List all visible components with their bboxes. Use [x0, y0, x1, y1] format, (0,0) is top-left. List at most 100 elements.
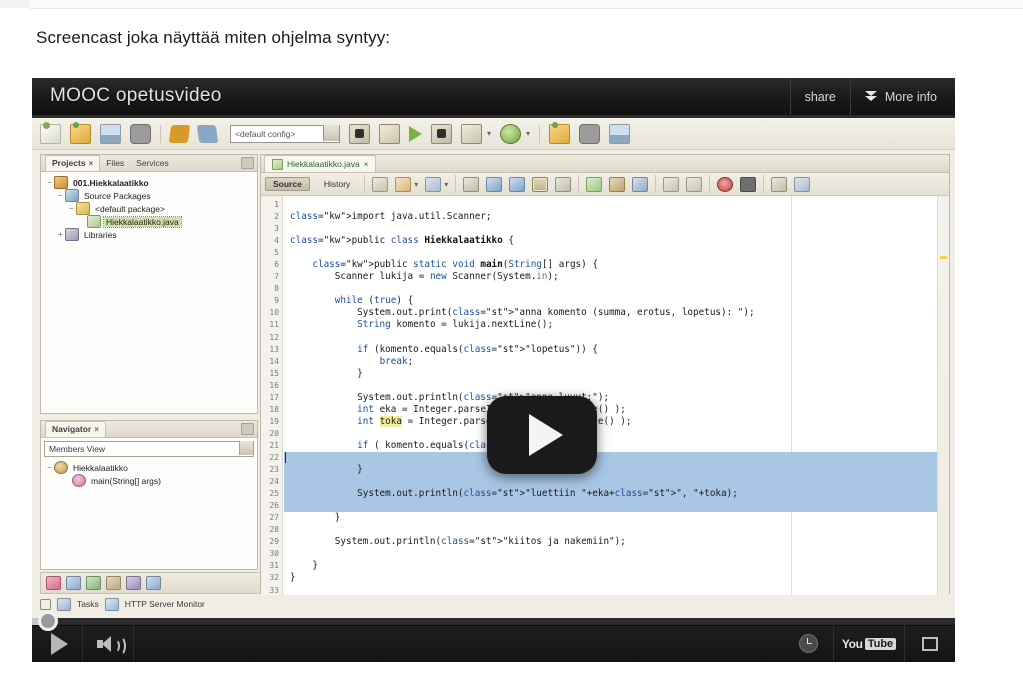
stop-icon[interactable] — [740, 176, 757, 192]
undo-icon[interactable] — [168, 124, 191, 143]
code-line[interactable]: } — [284, 572, 949, 584]
expander-icon[interactable]: − — [45, 463, 54, 472]
player-header-actions[interactable]: share More info — [789, 78, 951, 115]
expander-icon[interactable]: + — [56, 230, 65, 239]
tasks-icon[interactable] — [86, 576, 101, 590]
tab-navigator[interactable]: Navigator × — [45, 421, 106, 437]
code-line[interactable]: } — [284, 560, 949, 572]
ide-toolbar[interactable]: <default config> ▾ ▾ — [32, 118, 955, 150]
error-strip-mark[interactable] — [940, 256, 947, 259]
code-line[interactable]: if (komento.equals(class="st">"lopetus")… — [284, 344, 949, 356]
code-line[interactable]: int eka = Integer.parseInt( lukija.nextL… — [284, 404, 949, 416]
code-line[interactable] — [284, 223, 949, 235]
toggle-breakpoint-icon[interactable] — [425, 176, 442, 192]
debug-project-icon[interactable] — [431, 123, 452, 144]
link-icon[interactable] — [40, 598, 51, 610]
tree-item-default-package[interactable]: − <default package> — [45, 202, 257, 215]
notifications-icon[interactable] — [126, 576, 141, 590]
team-dropdown-icon[interactable]: ▾ — [526, 129, 530, 138]
project-tree[interactable]: − 001.Hiekkalaatikko − Source Packages −… — [41, 172, 257, 241]
save-all-icon[interactable] — [130, 123, 151, 144]
maximize-window-icon[interactable] — [241, 423, 254, 435]
tab-files[interactable]: Files — [100, 156, 130, 171]
expander-icon[interactable]: − — [67, 204, 76, 213]
tab-services[interactable]: Services — [130, 156, 175, 171]
run-project-icon[interactable] — [409, 125, 422, 142]
shift-left-icon[interactable] — [586, 176, 603, 192]
new-project-icon[interactable] — [40, 121, 61, 144]
tree-item-java-file[interactable]: Hiekkalaatikko.java — [45, 215, 257, 228]
ide-bottom-strip[interactable]: Tasks HTTP Server Monitor — [40, 596, 948, 612]
minimize-window-icon[interactable] — [241, 157, 254, 169]
code-line[interactable] — [284, 199, 949, 211]
expander-icon[interactable]: − — [45, 178, 54, 187]
fullscreen-button[interactable] — [905, 625, 955, 662]
code-line[interactable] — [284, 428, 949, 440]
editor-tab-hiekkalaatikko[interactable]: Hiekkalaatikko.java × — [264, 155, 377, 172]
next-bookmark-icon[interactable] — [509, 176, 526, 192]
extra-icon-2[interactable] — [579, 123, 601, 144]
terminal-icon[interactable] — [106, 576, 121, 590]
find-selection-icon[interactable] — [463, 176, 480, 192]
expand-all-icon[interactable] — [686, 176, 703, 192]
volume-button[interactable] — [83, 625, 134, 662]
toggle-bookmark-icon[interactable] — [395, 176, 412, 192]
navigator-item-method[interactable]: main(String[] args) — [45, 474, 257, 487]
code-line[interactable]: while (true) { — [284, 295, 949, 307]
code-line[interactable]: break; — [284, 356, 949, 368]
code-line[interactable]: String komento = lukija.nextLine(); — [284, 319, 949, 331]
team-icon[interactable] — [500, 123, 522, 144]
output-icon[interactable] — [66, 576, 81, 590]
code-line[interactable]: System.out.println(class="st">"anna luvu… — [284, 392, 949, 404]
code-line[interactable] — [284, 476, 949, 489]
play-button-overlay[interactable] — [487, 396, 597, 474]
code-editor[interactable]: Hiekkalaatikko.java × Source History ▾ ▾ — [260, 154, 950, 595]
inspect-icon[interactable] — [771, 176, 788, 192]
collapse-all-icon[interactable] — [663, 176, 680, 192]
clean-build-icon[interactable] — [379, 123, 400, 144]
history-button[interactable]: History — [317, 178, 357, 190]
code-line[interactable] — [284, 332, 949, 344]
code-line[interactable] — [284, 247, 949, 259]
http-monitor-icon[interactable] — [104, 597, 119, 611]
code-line[interactable] — [284, 380, 949, 392]
code-line[interactable]: int toka = Integer.parseInt( lukija.next… — [284, 415, 949, 428]
chevron-down-icon[interactable]: ▾ — [414, 180, 418, 189]
run-configuration-select[interactable]: <default config> — [230, 124, 340, 143]
code-line[interactable]: System.out.print(class="st">"anna koment… — [284, 307, 949, 319]
output-tool-strip[interactable] — [40, 572, 263, 594]
source-button[interactable]: Source — [265, 177, 310, 191]
code-line[interactable] — [284, 548, 949, 560]
close-icon[interactable]: × — [89, 159, 94, 168]
tree-item-libraries[interactable]: + Libraries — [45, 228, 257, 241]
code-line[interactable]: System.out.println(class="st">"kiitos ja… — [284, 536, 949, 548]
code-line[interactable]: class="kw">public class Hiekkalaatikko { — [284, 235, 949, 247]
editor-toolbar[interactable]: Source History ▾ ▾ — [261, 173, 949, 196]
open-project-icon[interactable] — [100, 123, 121, 144]
more-info-button[interactable]: More info — [849, 78, 951, 115]
watch-later-button[interactable] — [783, 625, 834, 662]
redo-icon[interactable] — [196, 124, 219, 143]
navigator-panel-tabs[interactable]: Navigator × — [41, 421, 257, 438]
share-button[interactable]: share — [789, 78, 850, 115]
close-icon[interactable]: × — [94, 425, 99, 434]
editor-tab-bar[interactable]: Hiekkalaatikko.java × — [261, 155, 949, 173]
code-line[interactable]: System.out.println(class="st">"luettiin … — [284, 488, 949, 501]
comment-icon[interactable] — [632, 176, 649, 192]
extra-icon-3[interactable] — [609, 123, 631, 144]
shift-right-icon[interactable] — [609, 176, 626, 192]
code-line[interactable]: if ( komento.equals(class="st">"summa"))… — [284, 440, 949, 452]
extra-icon-1[interactable] — [549, 121, 571, 144]
code-content[interactable]: class="kw">import java.util.Scanner; cla… — [284, 199, 949, 595]
code-line[interactable] — [284, 585, 949, 596]
toggle-highlight-icon[interactable] — [532, 176, 549, 192]
code-area[interactable]: 1 2 3 4 5 6 7 8 9 10 11 12 13 14 15 16 17 18 19 20 21 22 23 24 2… — [261, 196, 949, 595]
player-controls-left[interactable] — [32, 625, 134, 662]
search-results-icon[interactable] — [146, 576, 161, 590]
tasks-label[interactable]: Tasks — [77, 599, 99, 609]
tree-item-project[interactable]: − 001.Hiekkalaatikko — [45, 176, 257, 189]
close-icon[interactable]: × — [364, 160, 369, 169]
chevron-down-icon[interactable] — [239, 441, 253, 455]
code-line[interactable] — [284, 451, 949, 465]
navigator-view-select[interactable]: Members View — [44, 441, 254, 457]
